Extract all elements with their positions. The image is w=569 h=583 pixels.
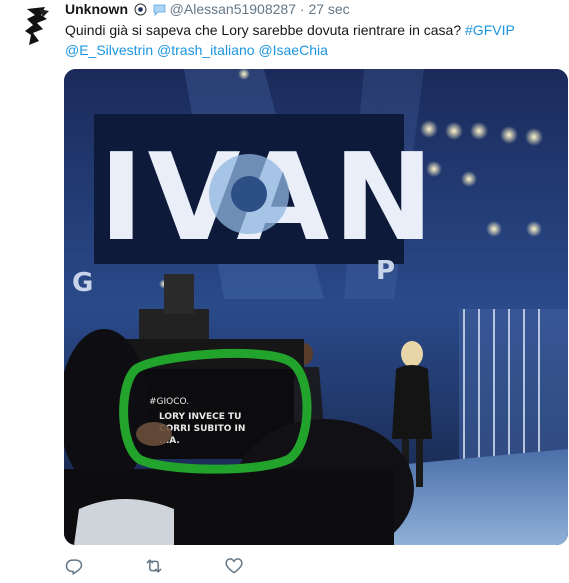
svg-text:#GIOCO.: #GIOCO. [149,397,189,407]
mention-link[interactable]: @IsaeChia [258,42,327,58]
tweet-header: Unknown @Alessan51908287 · 27 sec [65,1,350,17]
mention-link[interactable]: @E_Silvestrin [65,42,153,58]
retweet-button[interactable] [144,556,166,578]
speech-bubble-icon [153,3,166,16]
tweet-timestamp[interactable]: 27 sec [308,1,349,17]
svg-text:CORRI SUBITO IN: CORRI SUBITO IN [159,424,245,434]
mention-link[interactable]: @trash_italiano [157,42,255,58]
svg-text:P: P [376,256,395,286]
hashtag-link[interactable]: #GFVIP [465,22,515,38]
reply-icon [65,559,83,575]
svg-text:LORY INVECE TU: LORY INVECE TU [159,412,241,422]
like-button[interactable] [224,556,246,578]
reply-button[interactable] [64,556,86,578]
heart-icon [225,558,243,574]
media-photo: IVAN G P [64,69,568,545]
tweet-media-image[interactable]: IVAN G P [64,69,568,545]
svg-text:G: G [72,268,93,298]
avatar-image [25,7,49,45]
author-handle[interactable]: @Alessan51908287 [170,1,296,17]
eye-emoji-icon [134,3,147,16]
avatar[interactable] [15,3,59,47]
tweet-text: Quindi già si sapeva che Lory sarebbe do… [65,20,515,60]
author-name[interactable]: Unknown [65,1,128,17]
retweet-icon [146,559,162,573]
tweet-body: Quindi già si sapeva che Lory sarebbe do… [65,22,462,38]
meta-separator: · [299,1,305,17]
